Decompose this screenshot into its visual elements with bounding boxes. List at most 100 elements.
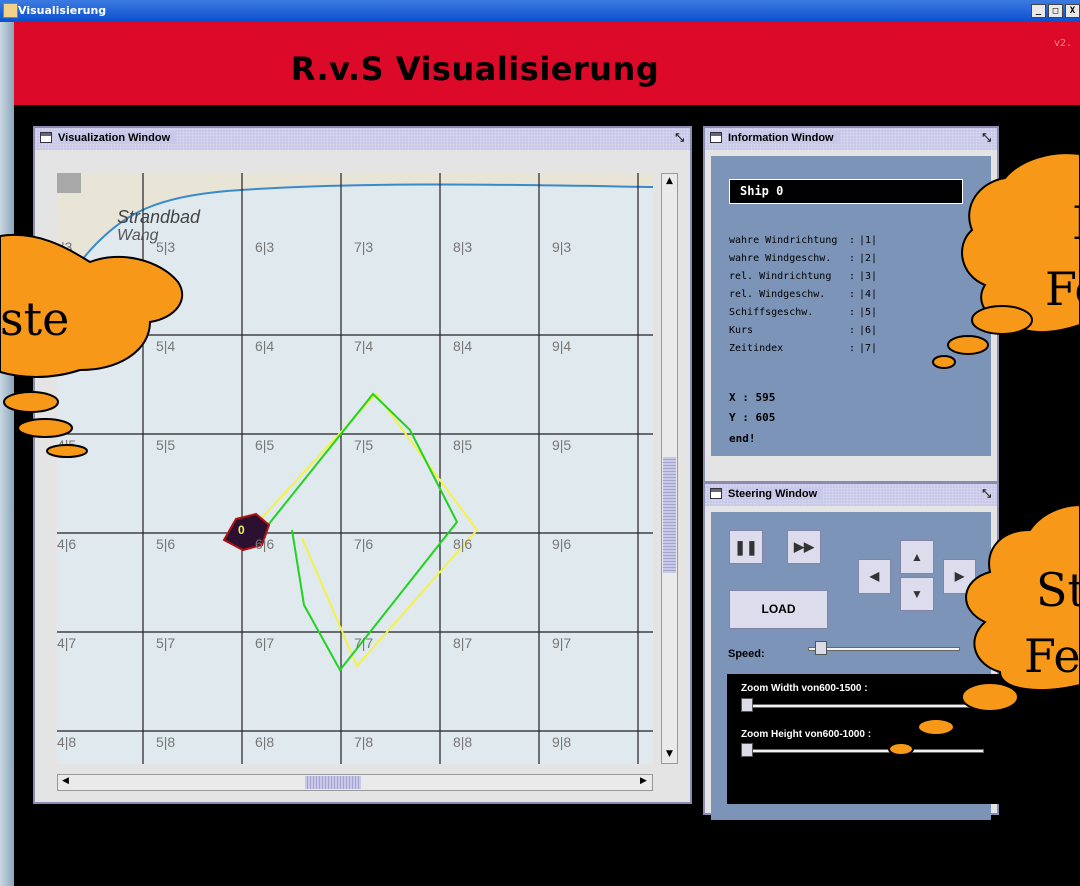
zoom-width-track[interactable] <box>741 704 984 708</box>
ship-name: Ship 0 <box>729 179 963 204</box>
grid-label: 5|5 <box>156 437 176 453</box>
grid-label: 6|6 <box>255 536 275 552</box>
right-button[interactable]: ▶ <box>943 559 976 594</box>
land-marker <box>57 173 81 193</box>
grid-label: 4|6 <box>57 536 77 552</box>
fast-forward-icon: ▶▶ <box>794 539 814 554</box>
grid-label: 4|7 <box>57 635 77 651</box>
grid-label: 8|5 <box>453 437 473 453</box>
grid-label: 5|8 <box>156 734 176 750</box>
fast-forward-button[interactable]: ▶▶ <box>787 530 821 564</box>
bubble-text-right-bottom-2: Fe <box>1024 629 1080 683</box>
scroll-up-icon[interactable]: ▲ <box>662 176 677 186</box>
info-label: Zeitindex <box>729 343 784 354</box>
arrow-up-icon: ▲ <box>911 550 923 564</box>
zoom-height-track[interactable] <box>741 749 984 753</box>
grid-label: 4|8 <box>57 734 77 750</box>
grid-label: 9|4 <box>552 338 572 354</box>
horizontal-scrollbar[interactable]: ◀ ▶ <box>57 774 653 791</box>
down-button[interactable]: ▼ <box>900 577 934 611</box>
information-window[interactable]: Information Window ⤡ Ship 0 wahre Windri… <box>703 126 999 483</box>
grid-label: 9|8 <box>552 734 572 750</box>
horizontal-scroll-thumb[interactable] <box>305 776 361 789</box>
ship-label: 0 <box>238 523 245 537</box>
steering-window-titlebar[interactable]: Steering Window ⤡ <box>705 484 997 506</box>
info-value: |1| <box>859 235 878 246</box>
end-label: end! <box>729 432 756 445</box>
scroll-right-icon[interactable]: ▶ <box>636 776 651 786</box>
scroll-left-icon[interactable]: ◀ <box>58 776 73 786</box>
grid-label: 8|6 <box>453 536 473 552</box>
info-value: |4| <box>859 289 878 300</box>
info-label: wahre Windgeschw. <box>729 253 832 264</box>
grid-label: 7|4 <box>354 338 374 354</box>
zoom-height-knob[interactable] <box>741 743 753 757</box>
grid-label: 6|5 <box>255 437 275 453</box>
restore-icon[interactable]: ⤡ <box>982 131 991 145</box>
info-label: wahre Windrichtung <box>729 235 838 246</box>
grid-label: 9|5 <box>552 437 572 453</box>
speed-slider-track[interactable] <box>808 647 960 651</box>
maximize-button[interactable]: □ <box>1048 4 1063 18</box>
grid-label: 7|3 <box>354 239 374 255</box>
restore-icon[interactable]: ⤡ <box>675 131 684 145</box>
zoom-width-label: Zoom Width von600-1500 : <box>741 683 868 694</box>
info-label: rel. Windgeschw. <box>729 289 826 300</box>
speed-slider-knob[interactable] <box>815 641 827 655</box>
grid-label: 6|7 <box>255 635 275 651</box>
information-window-titlebar[interactable]: Information Window ⤡ <box>705 128 997 150</box>
info-row: rel. Windrichtung: |3| <box>729 271 878 282</box>
window-icon <box>710 132 722 143</box>
grid-label: 8|3 <box>453 239 473 255</box>
map-label-wang: Wang <box>117 227 159 244</box>
vertical-scrollbar[interactable]: ▲ ▼ <box>661 173 678 764</box>
grid-label: 5|3 <box>156 239 176 255</box>
restore-icon[interactable]: ⤡ <box>982 487 991 501</box>
os-title-bar[interactable]: Visualisierung _ □ X <box>0 0 1080 22</box>
minimize-button[interactable]: _ <box>1031 4 1046 18</box>
close-button[interactable]: X <box>1065 4 1080 18</box>
arrow-right-icon: ▶ <box>954 569 965 583</box>
grid-label: 6|8 <box>255 734 275 750</box>
zoom-width-knob[interactable] <box>741 698 753 712</box>
grid-label: |3 <box>61 239 73 255</box>
bubble-text-right-bottom-1: St <box>1036 563 1080 617</box>
info-value: |2| <box>859 253 878 264</box>
info-value: |3| <box>859 271 878 282</box>
left-button[interactable]: ◀ <box>858 559 891 594</box>
scroll-down-icon[interactable]: ▼ <box>662 749 677 759</box>
up-button[interactable]: ▲ <box>900 540 934 574</box>
info-value: |7| <box>859 343 878 354</box>
version-label: v2. <box>1053 38 1072 49</box>
grid-label: 5|4 <box>156 338 176 354</box>
pause-button[interactable]: ❚❚ <box>729 530 763 564</box>
page-title: R.v.S Visualisierung <box>290 50 660 88</box>
bubble-text-right-top-1: I <box>1072 196 1080 250</box>
map-view[interactable]: Strandbad Wang |3 5|3 6|3 7|3 8|3 9|3 5|… <box>57 173 653 764</box>
pause-icon: ❚❚ <box>734 539 758 555</box>
vertical-scroll-thumb[interactable] <box>663 457 676 573</box>
app-icon <box>3 3 18 18</box>
bubble-text-right-top-2: Fe <box>1045 262 1080 316</box>
grid-label: 9|7 <box>552 635 572 651</box>
visualization-window[interactable]: Visualization Window ⤡ Strandbad Wang |3… <box>33 126 692 804</box>
grid-label: 8|4 <box>453 338 473 354</box>
grid-label: 5|6 <box>156 536 176 552</box>
info-row: wahre Windgeschw.: |2| <box>729 253 878 264</box>
water-area <box>57 173 653 764</box>
grid-label: 7|6 <box>354 536 374 552</box>
load-button[interactable]: LOAD <box>729 590 828 629</box>
y-coordinate: Y : 605 <box>729 411 776 424</box>
os-window-title: Visualisierung <box>18 4 107 17</box>
visualization-window-titlebar[interactable]: Visualization Window ⤡ <box>35 128 690 150</box>
info-value: |5| <box>859 307 878 318</box>
information-window-title: Information Window <box>728 132 840 144</box>
x-coordinate: X : 595 <box>729 391 776 404</box>
window-icon <box>710 488 722 499</box>
info-row: Kurs: |6| <box>729 325 878 336</box>
info-value: |6| <box>859 325 878 336</box>
grid-label: 8|8 <box>453 734 473 750</box>
zoom-height-label: Zoom Height von600-1000 : <box>741 729 872 740</box>
grid-label: 8|7 <box>453 635 473 651</box>
window-icon <box>40 132 52 143</box>
